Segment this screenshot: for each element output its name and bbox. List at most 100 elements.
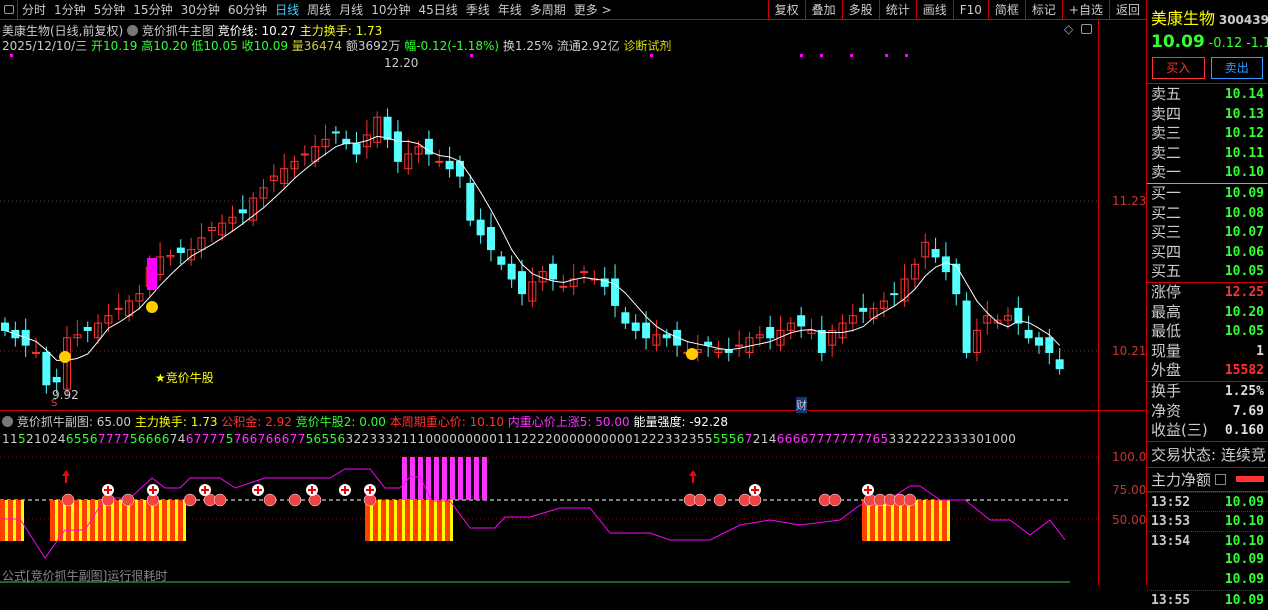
finance-marker[interactable]: 财 — [796, 397, 807, 413]
energy-bar — [397, 500, 402, 541]
energy-bar — [947, 500, 950, 541]
energy-bar — [875, 500, 878, 541]
buy-button[interactable]: 买入 — [1152, 57, 1205, 79]
ball-marker — [713, 493, 727, 507]
candle-body — [52, 376, 61, 383]
period-tab[interactable]: 15分钟 — [129, 1, 176, 18]
candle-body — [962, 300, 971, 353]
energy-bar — [883, 500, 886, 541]
candle-body — [890, 293, 899, 296]
candle-body — [486, 227, 495, 251]
candle-body — [114, 307, 123, 310]
toolbar-button[interactable]: 简框 — [987, 0, 1025, 20]
row-label: 净资 — [1151, 401, 1182, 420]
candle-body — [1, 322, 9, 331]
candle-body — [352, 143, 361, 155]
candle-body — [1034, 337, 1043, 346]
energy-bar — [138, 500, 143, 541]
toolbar-button[interactable]: 叠加 — [804, 0, 842, 20]
trade-status: 交易状态: 连续竞 — [1151, 445, 1266, 464]
energy-bar — [143, 500, 146, 541]
candle-body — [435, 160, 444, 163]
kline-chart[interactable] — [0, 20, 1098, 585]
period-tab[interactable]: 月线 — [335, 1, 367, 18]
tick-time: 13:53 — [1151, 514, 1191, 530]
toolbar-button[interactable]: F10 — [952, 0, 988, 20]
tick-row: 13:55 10.09 — [1147, 589, 1268, 610]
row-label: 买三 — [1151, 223, 1182, 242]
candle-body — [507, 263, 516, 280]
candle-body — [580, 271, 589, 274]
signal-dot — [850, 54, 853, 57]
energy-bar — [421, 500, 426, 541]
digit-segment: 5 — [225, 432, 234, 446]
tick-row: 13:53 10.10 — [1147, 511, 1268, 531]
sub-sz: 内重心价上涨5: 50.00 — [507, 415, 630, 429]
candle-body — [631, 322, 640, 331]
quote-row: 买五 10.05 — [1147, 262, 1268, 282]
energy-bar — [902, 500, 907, 541]
stats-list: 涨停 12.25 最高 10.20 最低 10.05 现量 1 外盘 15582 — [1147, 281, 1268, 381]
y-tick: 11.23 — [1112, 194, 1147, 208]
candle-body — [32, 351, 41, 354]
quote-row: 买一 10.09 — [1147, 184, 1268, 204]
period-tab[interactable]: 1分钟 — [50, 1, 90, 18]
main-net-label: 主力净额 — [1151, 470, 1212, 489]
sidebar-toggle-icon[interactable] — [0, 0, 18, 20]
volume-bar — [442, 457, 447, 500]
period-tab[interactable]: 30分钟 — [177, 1, 224, 18]
toolbar-button[interactable]: 多股 — [841, 0, 879, 20]
toolbar-button[interactable]: 返回 — [1108, 0, 1146, 20]
formula-status: 公式[竞价抓牛副图]运行很耗时 — [2, 569, 168, 583]
energy-bar — [71, 500, 74, 541]
signal-dot — [470, 54, 473, 57]
digit-segment: 66667777777765 — [776, 432, 889, 446]
energy-bar — [410, 500, 413, 541]
sell-button[interactable]: 卖出 — [1210, 57, 1263, 79]
toolbar-button[interactable]: 画线 — [915, 0, 953, 20]
energy-bar — [413, 500, 418, 541]
panel-stock-code: 300439 — [1218, 13, 1268, 27]
period-tab[interactable]: 年线 — [494, 1, 526, 18]
energy-bar — [74, 500, 79, 541]
row-label: 涨停 — [1151, 282, 1182, 301]
digit-segment: 5 — [17, 432, 26, 446]
candle-body — [455, 160, 464, 177]
digit-segment: 6556 — [65, 432, 98, 446]
period-tab[interactable]: 45日线 — [414, 1, 461, 18]
toolbar-button[interactable]: 复权 — [767, 0, 805, 20]
toolbar-button[interactable]: 标记 — [1024, 0, 1062, 20]
period-tab[interactable]: 周线 — [303, 1, 335, 18]
period-tab[interactable]: 更多 > — [570, 1, 616, 18]
digit-segment: 21024 — [25, 432, 66, 446]
period-tab[interactable]: 60分钟 — [224, 1, 271, 18]
last-price: 10.09 — [1151, 32, 1205, 52]
toolbar-button[interactable]: +自选 — [1061, 0, 1109, 20]
period-tab[interactable]: 多周期 — [526, 1, 570, 18]
volume-bar — [482, 457, 487, 500]
period-tab[interactable]: 10分钟 — [367, 1, 414, 18]
tick-time: 13:55 — [1151, 592, 1191, 608]
sub-name[interactable]: 竞价抓牛副图 — [17, 415, 89, 429]
period-tab[interactable]: 5分钟 — [90, 1, 130, 18]
row-label: 收益(三) — [1151, 421, 1208, 440]
list-icon[interactable] — [1215, 473, 1227, 485]
signal-dot — [10, 54, 13, 57]
digit-row: 1152102465567777566667467777576676667756… — [2, 432, 1016, 446]
candle-body — [1024, 329, 1033, 339]
energy-bar — [378, 500, 381, 541]
row-value: 10.05 — [1224, 324, 1264, 340]
signal-candle — [147, 258, 157, 290]
digit-segment: 5556 — [712, 432, 745, 446]
period-tab[interactable]: 分时 — [18, 1, 50, 18]
quote-row: 买四 10.06 — [1147, 243, 1268, 263]
divider — [0, 410, 1146, 411]
row-value: 7.69 — [1232, 403, 1264, 419]
period-tab[interactable]: 季线 — [462, 1, 494, 18]
toolbar-button[interactable]: 统计 — [878, 0, 916, 20]
candle-body — [476, 219, 485, 236]
period-tab[interactable]: 日线 — [271, 1, 303, 18]
indicator-dropdown-icon[interactable] — [2, 416, 13, 427]
digit-segment: 11 — [2, 432, 18, 446]
energy-bar — [135, 500, 138, 541]
